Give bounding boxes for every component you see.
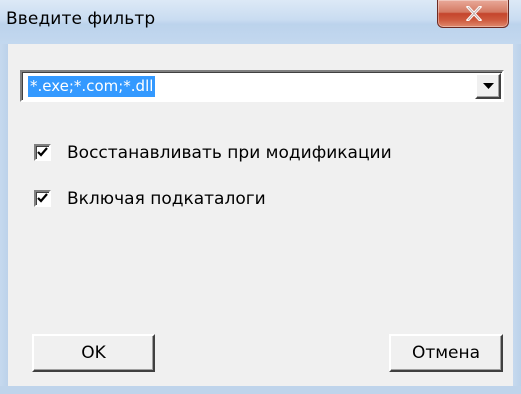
chevron-down-icon	[483, 83, 494, 89]
close-icon	[466, 6, 482, 21]
title-bar[interactable]: Введите фильтр	[0, 0, 521, 44]
window-frame-right	[513, 44, 521, 394]
window-frame-left	[0, 44, 8, 394]
checkmark-icon	[37, 193, 48, 203]
include-subdirs-label[interactable]: Включая подкаталоги	[67, 186, 266, 212]
include-subdirs-checkbox[interactable]	[34, 190, 51, 207]
filter-combobox[interactable]: *.exe;*.com;*.dll	[20, 70, 504, 102]
close-button[interactable]	[437, 0, 509, 28]
ok-button[interactable]: OK	[32, 334, 155, 372]
window-frame-bottom	[0, 386, 521, 394]
filter-dialog: Введите фильтр *.exe;*.com;*.dll Восстан…	[0, 0, 521, 394]
restore-on-modify-label[interactable]: Восстанавливать при модификации	[67, 140, 392, 166]
cancel-button[interactable]: Отмена	[389, 334, 503, 372]
filter-dropdown-button[interactable]	[475, 73, 501, 99]
window-title: Введите фильтр	[6, 9, 156, 29]
filter-input[interactable]: *.exe;*.com;*.dll	[28, 76, 156, 97]
restore-on-modify-checkbox[interactable]	[34, 144, 51, 161]
checkmark-icon	[37, 147, 48, 157]
